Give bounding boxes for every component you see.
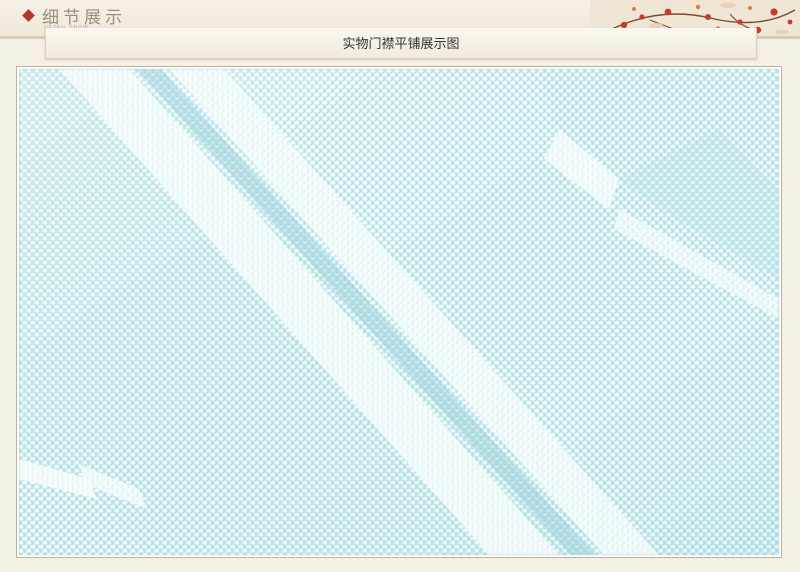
diamond-icon <box>22 9 35 22</box>
photo-frame <box>16 66 782 558</box>
caption-text: 实物门襟平铺展示图 <box>342 37 460 52</box>
fabric-photo <box>19 69 779 555</box>
tweed-fabric-illustration <box>19 69 779 555</box>
caption-banner: 实物门襟平铺展示图 <box>45 28 757 59</box>
detail-show-page: 细节展示 DETAIL SHOW <box>0 0 800 572</box>
